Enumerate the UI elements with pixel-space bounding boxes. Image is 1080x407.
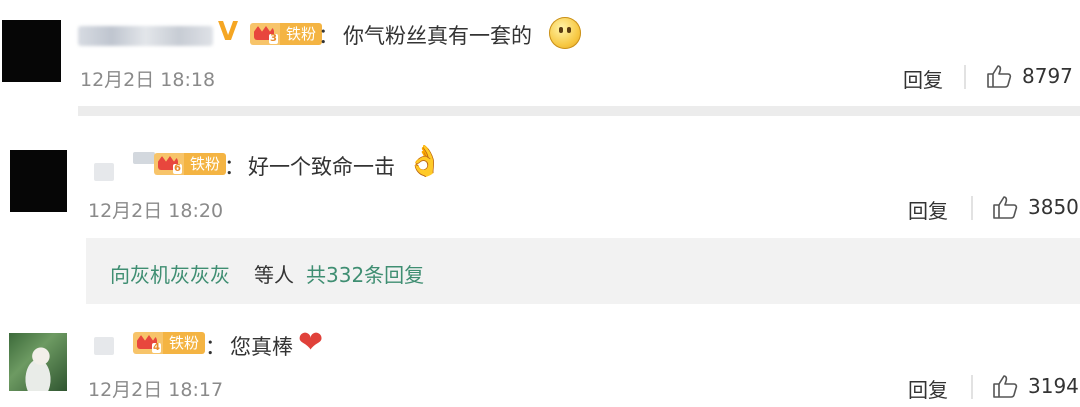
crown-icon: 3 (250, 23, 280, 45)
fan-level: 4 (152, 342, 161, 353)
subreply-box[interactable] (86, 238, 1080, 304)
heart-emoji-icon: ❤ (298, 325, 324, 360)
crown-icon: 4 (133, 332, 163, 354)
reply-button[interactable]: 回复 (903, 64, 943, 93)
subreply-user-link[interactable]: 向灰机灰灰灰 (110, 259, 230, 288)
ok-hand-emoji-icon: 👌 (406, 144, 444, 179)
reply-button[interactable]: 回复 (908, 195, 948, 224)
thumbs-up-icon[interactable] (992, 194, 1018, 220)
avatar[interactable] (2, 20, 61, 82)
thumbs-up-icon[interactable] (986, 63, 1012, 89)
comment-time: 12月2日 18:18 (80, 69, 216, 91)
divider (971, 375, 973, 399)
fan-badge-label: 铁粉 (163, 332, 206, 354)
subreply-count-link[interactable]: 共332条回复 (306, 259, 424, 288)
verified-badge: V (218, 17, 239, 47)
fan-badge: 4 铁粉 (133, 332, 206, 354)
crown-icon: 6 (154, 153, 184, 175)
subreply-others-text: 等人 (254, 263, 294, 287)
like-count: 3194 (1028, 374, 1079, 398)
comment-text: 您真棒 (230, 335, 293, 359)
comment-separator: ： (224, 155, 245, 179)
fan-badge: 3 铁粉 (250, 23, 323, 45)
divider (971, 196, 973, 220)
comment-separator: ： (318, 24, 339, 48)
comment-text: 好一个致命一击 (248, 155, 395, 179)
fan-badge-label: 铁粉 (280, 23, 323, 45)
thumbs-up-icon[interactable] (992, 373, 1018, 399)
like-count: 3850 (1028, 195, 1079, 219)
comment-time: 12月2日 18:17 (88, 379, 224, 401)
comment-text: 你气粉丝真有一套的 (343, 24, 532, 48)
avatar[interactable] (9, 333, 67, 391)
fan-level: 6 (173, 163, 182, 174)
fan-badge-label: 铁粉 (184, 153, 227, 175)
fan-level: 3 (269, 33, 278, 44)
username-blurred[interactable] (94, 163, 114, 181)
smile-emoji-icon (549, 17, 581, 49)
divider (78, 106, 1080, 116)
fan-badge: 6 铁粉 (154, 153, 227, 175)
username-blurred[interactable] (94, 337, 114, 355)
avatar[interactable] (10, 150, 67, 212)
comment-time: 12月2日 18:20 (88, 200, 224, 222)
username-blurred[interactable] (133, 152, 155, 164)
reply-button[interactable]: 回复 (908, 374, 948, 403)
comment-separator: ： (205, 335, 226, 359)
divider (964, 65, 966, 89)
username-blurred[interactable] (78, 26, 213, 46)
like-count: 8797 (1022, 64, 1073, 88)
